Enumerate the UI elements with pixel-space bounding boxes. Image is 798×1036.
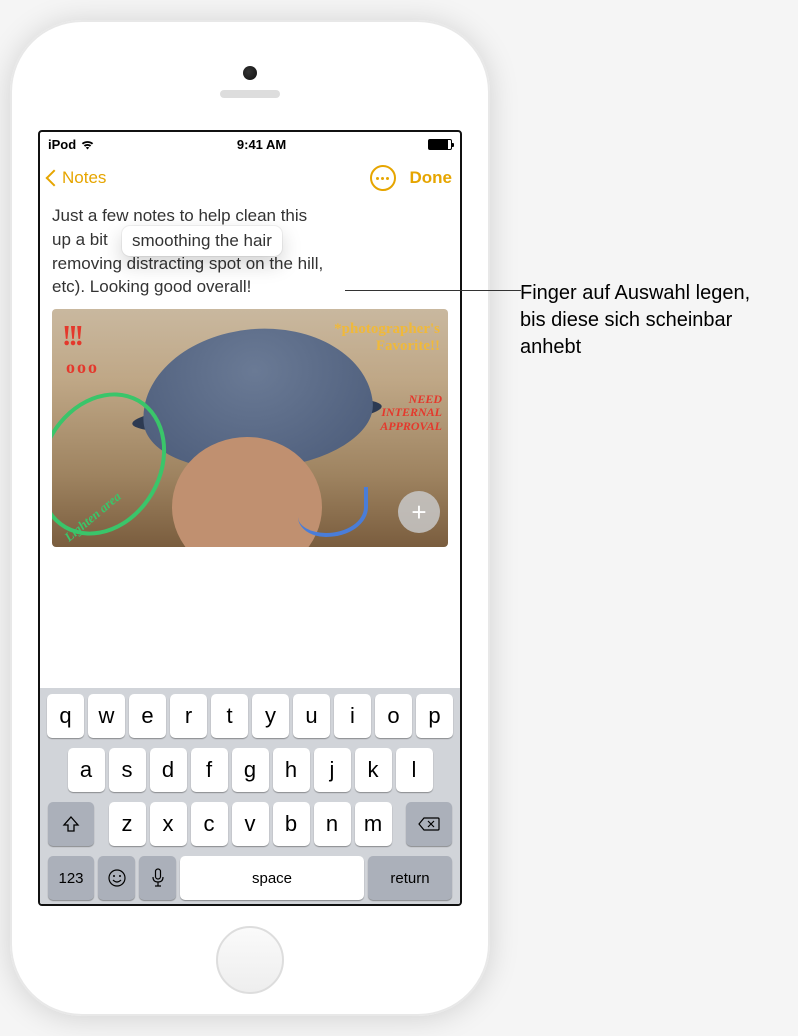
done-button[interactable]: Done — [410, 168, 453, 188]
note-content[interactable]: Just a few notes to help clean this up a… — [40, 200, 460, 688]
key-r[interactable]: r — [170, 694, 207, 738]
screen: iPod 9:41 AM Notes Done J — [38, 130, 462, 906]
annotation-favorite: *photographer's Favorite!! — [300, 321, 440, 354]
keyboard-row-3: zxcvbnm — [44, 802, 456, 846]
keyboard-row-1: qwertyuiop — [44, 694, 456, 738]
device-camera — [243, 66, 257, 80]
note-image[interactable]: !!! ooo *photographer's Favorite!! NEED … — [52, 309, 448, 547]
nav-bar: Notes Done — [40, 156, 460, 200]
key-a[interactable]: a — [68, 748, 105, 792]
key-q[interactable]: q — [47, 694, 84, 738]
return-key[interactable]: return — [368, 856, 452, 900]
annotation-exclaim: !!! — [62, 317, 81, 356]
keyboard-row-2: asdfghjkl — [44, 748, 456, 792]
key-i[interactable]: i — [334, 694, 371, 738]
keyboard: qwertyuiop asdfghjkl zxcvbnm 123 — [40, 688, 460, 904]
key-l[interactable]: l — [396, 748, 433, 792]
key-y[interactable]: y — [252, 694, 289, 738]
key-x[interactable]: x — [150, 802, 187, 846]
lifted-text-selection[interactable]: smoothing the hair — [122, 226, 282, 256]
annotation-approval: NEED INTERNAL APPROVAL — [362, 393, 442, 433]
key-s[interactable]: s — [109, 748, 146, 792]
key-f[interactable]: f — [191, 748, 228, 792]
key-z[interactable]: z — [109, 802, 146, 846]
ipod-device: iPod 9:41 AM Notes Done J — [10, 20, 490, 1016]
home-button[interactable] — [216, 926, 284, 994]
note-line: etc). Looking good overall! — [52, 275, 448, 299]
back-button[interactable]: Notes — [48, 168, 106, 188]
key-g[interactable]: g — [232, 748, 269, 792]
key-p[interactable]: p — [416, 694, 453, 738]
emoji-key[interactable] — [98, 856, 135, 900]
key-h[interactable]: h — [273, 748, 310, 792]
key-u[interactable]: u — [293, 694, 330, 738]
more-button[interactable] — [370, 165, 396, 191]
wifi-icon — [80, 139, 95, 150]
key-d[interactable]: d — [150, 748, 187, 792]
key-m[interactable]: m — [355, 802, 392, 846]
key-n[interactable]: n — [314, 802, 351, 846]
key-v[interactable]: v — [232, 802, 269, 846]
back-label: Notes — [62, 168, 106, 188]
keyboard-row-4: 123 space return — [44, 856, 456, 900]
status-bar: iPod 9:41 AM — [40, 132, 460, 156]
note-line: Just a few notes to help clean this — [52, 204, 448, 228]
key-t[interactable]: t — [211, 694, 248, 738]
key-k[interactable]: k — [355, 748, 392, 792]
annotation-circles: ooo — [66, 355, 99, 380]
key-e[interactable]: e — [129, 694, 166, 738]
callout-text: Finger auf Auswahl legen, bis diese sich… — [520, 280, 770, 361]
key-o[interactable]: o — [375, 694, 412, 738]
key-c[interactable]: c — [191, 802, 228, 846]
device-label: iPod — [48, 137, 76, 152]
number-key[interactable]: 123 — [48, 856, 94, 900]
key-j[interactable]: j — [314, 748, 351, 792]
key-b[interactable]: b — [273, 802, 310, 846]
dictation-key[interactable] — [139, 856, 176, 900]
chevron-left-icon — [46, 170, 63, 187]
backspace-key[interactable] — [406, 802, 452, 846]
key-w[interactable]: w — [88, 694, 125, 738]
annotation-blue-line — [298, 487, 368, 537]
battery-icon — [428, 139, 452, 150]
device-speaker — [220, 90, 280, 98]
space-key[interactable]: space — [180, 856, 364, 900]
callout-leader-line — [345, 290, 521, 291]
shift-key[interactable] — [48, 802, 94, 846]
add-attachment-button[interactable]: + — [398, 491, 440, 533]
status-time: 9:41 AM — [237, 137, 286, 152]
